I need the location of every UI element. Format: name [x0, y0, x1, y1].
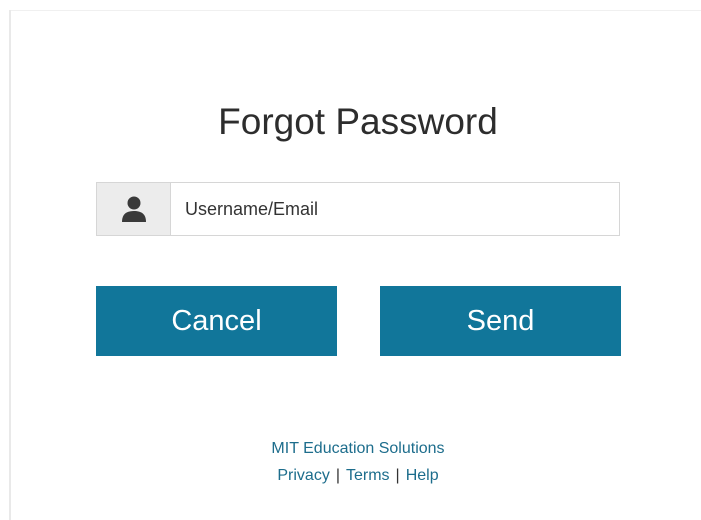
- send-button[interactable]: Send: [380, 286, 621, 356]
- user-icon: [121, 196, 146, 222]
- footer-separator: |: [335, 467, 340, 484]
- footer: MIT Education Solutions Privacy | Terms | He…: [150, 436, 566, 490]
- terms-link[interactable]: Terms: [346, 467, 390, 484]
- cancel-button[interactable]: Cancel: [96, 286, 337, 356]
- privacy-link[interactable]: Privacy: [277, 467, 329, 484]
- footer-separator: |: [395, 467, 400, 484]
- user-icon-addon: [97, 183, 171, 235]
- username-field: [96, 182, 620, 236]
- page-title: Forgot Password: [218, 101, 498, 142]
- left-border: [9, 10, 11, 520]
- help-link[interactable]: Help: [406, 467, 439, 484]
- top-border: [11, 10, 701, 11]
- footer-org-link[interactable]: MIT Education Solutions: [150, 436, 566, 462]
- username-email-input[interactable]: [171, 183, 619, 235]
- footer-links: Privacy | Terms | Help: [150, 462, 566, 490]
